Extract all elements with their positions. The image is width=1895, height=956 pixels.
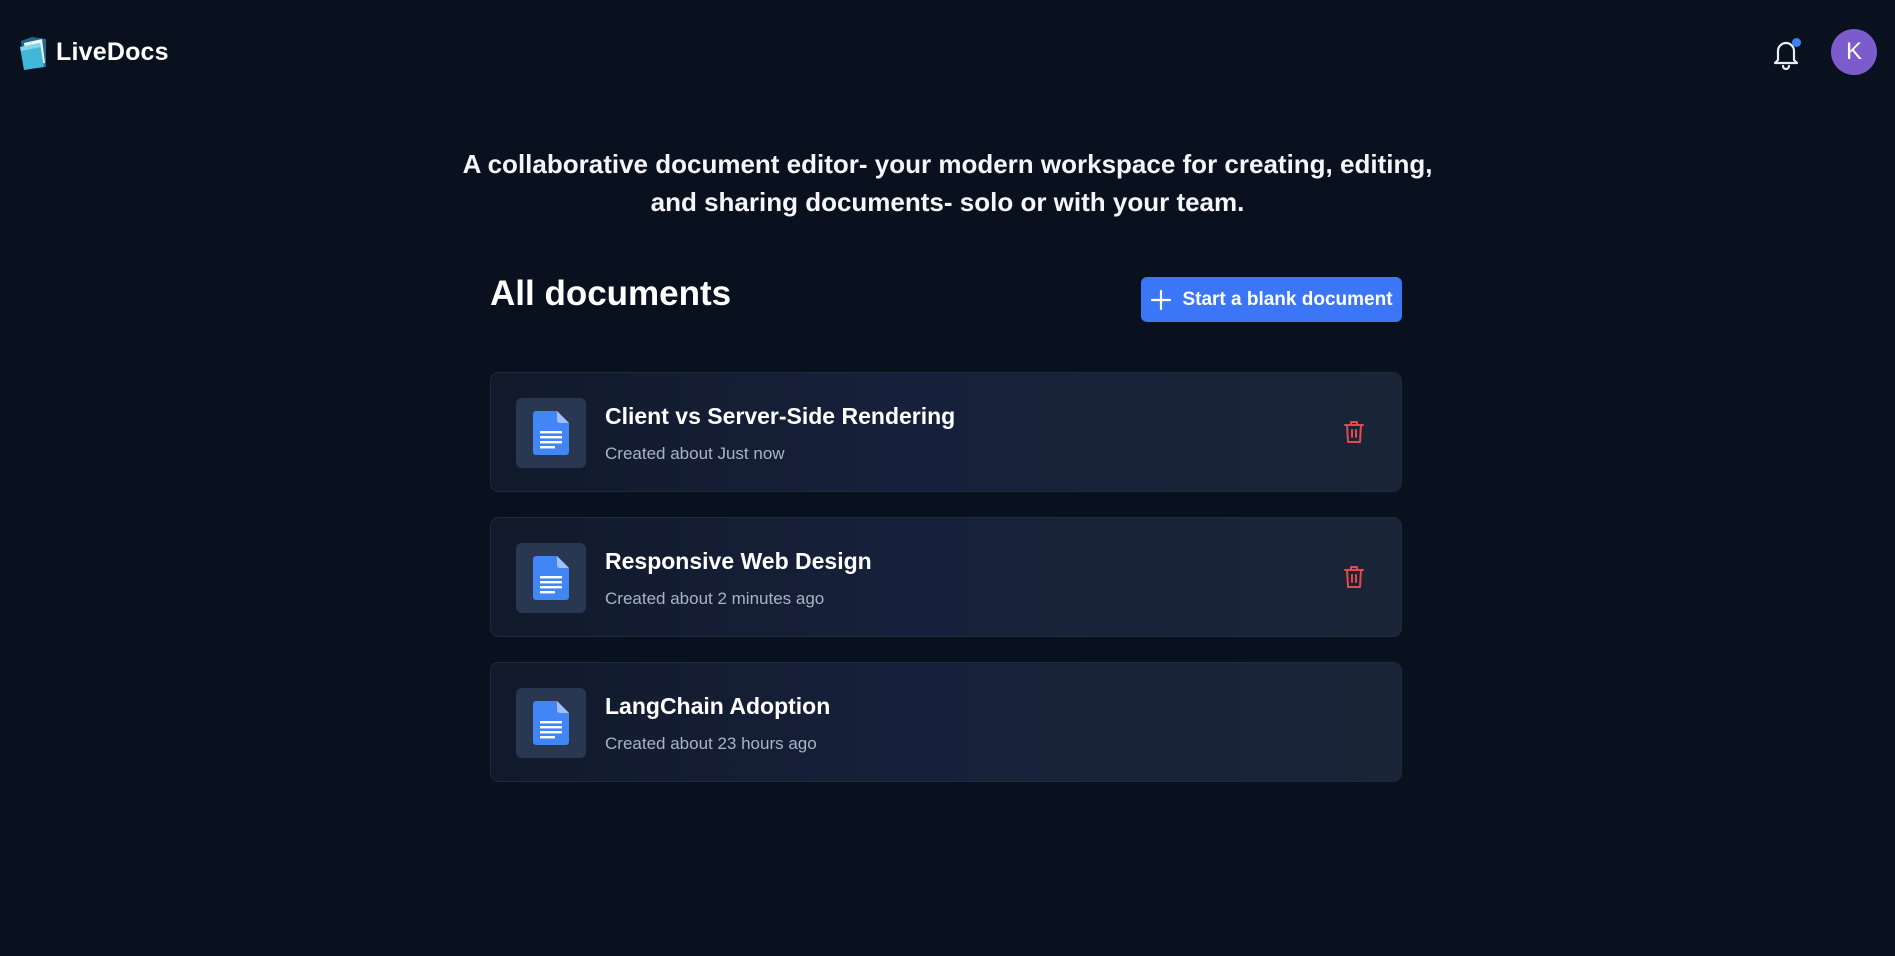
unread-indicator bbox=[1792, 38, 1801, 47]
document-list: Client vs Server-Side Rendering Created … bbox=[490, 372, 1402, 807]
document-created-time: Created about Just now bbox=[605, 444, 785, 463]
trash-icon bbox=[1344, 421, 1364, 443]
top-header: LiveDocs K bbox=[0, 0, 1895, 104]
document-created-time: Created about 23 hours ago bbox=[605, 734, 817, 753]
folder-logo-icon bbox=[20, 37, 46, 70]
document-icon bbox=[533, 701, 569, 745]
start-blank-document-label: Start a blank document bbox=[1182, 288, 1393, 310]
document-card[interactable]: LangChain Adoption Created about 23 hour… bbox=[490, 662, 1402, 782]
document-icon bbox=[533, 556, 569, 600]
trash-icon bbox=[1344, 566, 1364, 588]
start-blank-document-button[interactable]: Start a blank document bbox=[1141, 277, 1402, 322]
delete-document-button[interactable] bbox=[1343, 420, 1365, 444]
document-title: LangChain Adoption bbox=[605, 693, 831, 719]
document-title: Responsive Web Design bbox=[605, 548, 872, 574]
notifications-button[interactable] bbox=[1770, 36, 1802, 70]
app-name: LiveDocs bbox=[56, 37, 169, 66]
document-card[interactable]: Responsive Web Design Created about 2 mi… bbox=[490, 517, 1402, 637]
document-thumbnail bbox=[516, 543, 586, 613]
user-avatar[interactable]: K bbox=[1831, 29, 1877, 75]
hero-tagline: A collaborative document editor- your mo… bbox=[462, 149, 1433, 217]
document-thumbnail bbox=[516, 398, 586, 468]
document-thumbnail bbox=[516, 688, 586, 758]
page-title: All documents bbox=[490, 274, 732, 313]
app-logo[interactable]: LiveDocs bbox=[18, 32, 169, 72]
document-card[interactable]: Client vs Server-Side Rendering Created … bbox=[490, 372, 1402, 492]
document-created-time: Created about 2 minutes ago bbox=[605, 589, 825, 608]
avatar-initial: K bbox=[1845, 38, 1862, 65]
document-icon bbox=[533, 411, 569, 455]
document-title: Client vs Server-Side Rendering bbox=[605, 403, 956, 429]
plus-icon bbox=[1151, 289, 1172, 310]
delete-document-button[interactable] bbox=[1343, 565, 1365, 589]
